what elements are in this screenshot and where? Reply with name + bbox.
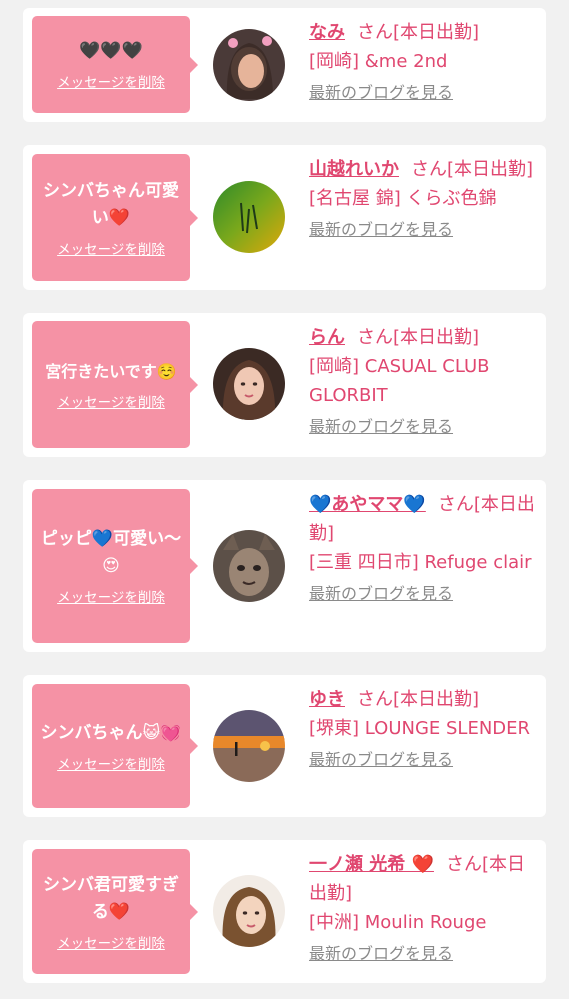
cast-info: 一ノ瀬 光希 ❤️ さん[本日出勤] [中洲] Moulin Rouge 最新のブ… bbox=[309, 850, 538, 968]
latest-blog-link[interactable]: 最新のブログを見る bbox=[309, 579, 538, 608]
avatar[interactable] bbox=[213, 710, 285, 782]
delete-message-link[interactable]: メッセージを削除 bbox=[57, 753, 165, 773]
message-card: 宮行きたいです☺️ メッセージを削除 らん さん[本日出勤] [岡崎] CASUA… bbox=[23, 313, 546, 457]
message-bubble: ピッピ💙可愛い〜😍 メッセージを削除 bbox=[32, 489, 198, 643]
latest-blog-link[interactable]: 最新のブログを見る bbox=[309, 78, 538, 107]
shop-name: [岡崎] CASUAL CLUB GLORBIT bbox=[309, 356, 490, 406]
message-bubble: シンバちゃん😺💓 メッセージを削除 bbox=[32, 684, 198, 808]
message-card: ピッピ💙可愛い〜😍 メッセージを削除 💙あやママ💙 さん[本日出勤] [三重 四日… bbox=[23, 480, 546, 652]
avatar[interactable] bbox=[213, 875, 285, 947]
latest-blog-link[interactable]: 最新のブログを見る bbox=[309, 215, 538, 244]
attendance-status: さん[本日出勤] bbox=[357, 22, 480, 43]
latest-blog-link[interactable]: 最新のブログを見る bbox=[309, 412, 538, 441]
latest-blog-link[interactable]: 最新のブログを見る bbox=[309, 745, 538, 774]
message-list: 🖤🖤🖤 メッセージを削除 なみ さん[本日出勤] [岡崎] &me 2nd 最新の… bbox=[0, 0, 569, 983]
delete-message-link[interactable]: メッセージを削除 bbox=[57, 71, 165, 91]
delete-message-link[interactable]: メッセージを削除 bbox=[57, 586, 165, 606]
message-text: シンバ君可愛すぎる❤️ bbox=[43, 874, 179, 922]
delete-message-link[interactable]: メッセージを削除 bbox=[57, 932, 165, 952]
cast-info: ゆき さん[本日出勤] [堺東] LOUNGE SLENDER 最新のブログを見る bbox=[309, 685, 538, 774]
cast-name-link[interactable]: 一ノ瀬 光希 ❤️ bbox=[309, 854, 434, 875]
avatar[interactable] bbox=[213, 530, 285, 602]
attendance-status: さん[本日出勤] bbox=[411, 159, 534, 180]
shop-name: [岡崎] &me 2nd bbox=[309, 51, 448, 72]
avatar[interactable] bbox=[213, 348, 285, 420]
message-text: 宮行きたいです☺️ bbox=[45, 362, 177, 381]
shop-name: [堺東] LOUNGE SLENDER bbox=[309, 718, 531, 739]
latest-blog-link[interactable]: 最新のブログを見る bbox=[309, 939, 538, 968]
shop-name: [中洲] Moulin Rouge bbox=[309, 912, 487, 933]
attendance-status: さん[本日出勤] bbox=[357, 689, 480, 710]
message-bubble: 宮行きたいです☺️ メッセージを削除 bbox=[32, 321, 198, 448]
message-card: シンバちゃん😺💓 メッセージを削除 ゆき さん[本日出勤] [堺東] LOUNGE… bbox=[23, 675, 546, 817]
cast-info: なみ さん[本日出勤] [岡崎] &me 2nd 最新のブログを見る bbox=[309, 18, 538, 107]
attendance-status: さん[本日出勤] bbox=[357, 327, 480, 348]
delete-message-link[interactable]: メッセージを削除 bbox=[57, 391, 165, 411]
message-card: 🖤🖤🖤 メッセージを削除 なみ さん[本日出勤] [岡崎] &me 2nd 最新の… bbox=[23, 8, 546, 122]
message-bubble: シンバちゃん可愛い❤️ メッセージを削除 bbox=[32, 154, 198, 281]
message-text: シンバちゃん可愛い❤️ bbox=[43, 180, 179, 228]
cast-name-link[interactable]: なみ bbox=[309, 22, 345, 43]
cast-name-link[interactable]: ゆき bbox=[309, 689, 345, 710]
cast-info: 💙あやママ💙 さん[本日出勤] [三重 四日市] Refuge clair 最新の… bbox=[309, 490, 538, 608]
message-bubble: シンバ君可愛すぎる❤️ メッセージを削除 bbox=[32, 849, 198, 974]
shop-name: [名古屋 錦] くらぶ色錦 bbox=[309, 188, 497, 209]
shop-name: [三重 四日市] Refuge clair bbox=[309, 552, 532, 573]
message-card: シンバ君可愛すぎる❤️ メッセージを削除 一ノ瀬 光希 ❤️ さん[本日出勤] [… bbox=[23, 840, 546, 983]
avatar[interactable] bbox=[213, 29, 285, 101]
message-card: シンバちゃん可愛い❤️ メッセージを削除 山越れいか さん[本日出勤] [名古屋 … bbox=[23, 145, 546, 290]
cast-info: 山越れいか さん[本日出勤] [名古屋 錦] くらぶ色錦 最新のブログを見る bbox=[309, 155, 538, 244]
cast-info: らん さん[本日出勤] [岡崎] CASUAL CLUB GLORBIT 最新のブ… bbox=[309, 323, 538, 441]
message-text: シンバちゃん😺💓 bbox=[40, 722, 182, 743]
cast-name-link[interactable]: 💙あやママ💙 bbox=[309, 494, 426, 515]
message-text: ピッピ💙可愛い〜😍 bbox=[40, 529, 182, 576]
delete-message-link[interactable]: メッセージを削除 bbox=[57, 238, 165, 258]
message-text: 🖤🖤🖤 bbox=[79, 41, 143, 61]
cast-name-link[interactable]: 山越れいか bbox=[309, 159, 399, 180]
message-bubble: 🖤🖤🖤 メッセージを削除 bbox=[32, 16, 198, 113]
avatar[interactable] bbox=[213, 181, 285, 253]
cast-name-link[interactable]: らん bbox=[309, 327, 345, 348]
